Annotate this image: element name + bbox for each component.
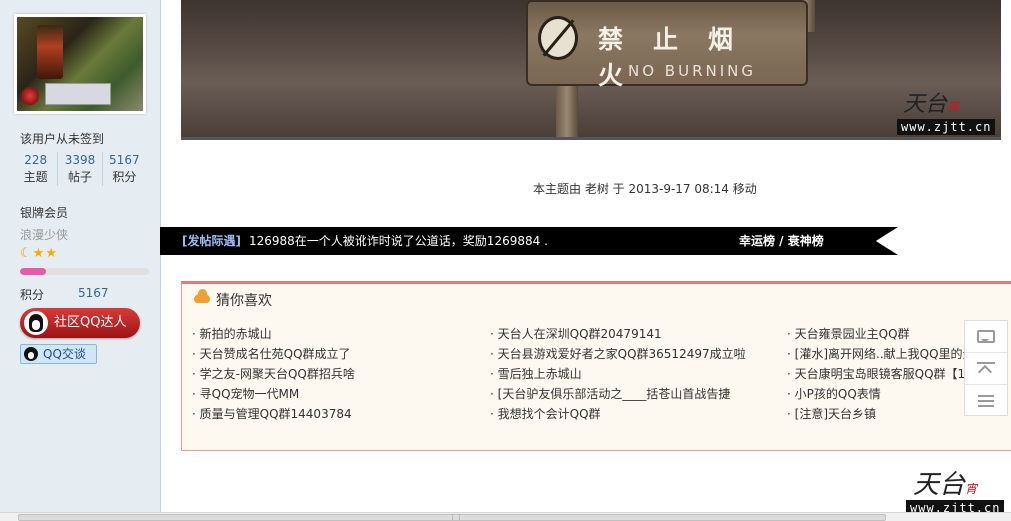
recommend-title: 猜你喜欢 bbox=[194, 289, 272, 310]
user-sidebar: 该用户从未签到 228 主题 3398 帖子 5167 积分 银牌会员 浪漫少侠… bbox=[0, 0, 161, 512]
recommend-column: 新拍的赤城山 天台赞成名仕苑QQ群成立了 学之友-网聚天台QQ群招兵啥 寻QQ宠… bbox=[192, 324, 355, 424]
qq-chat-label: QQ交谈 bbox=[43, 347, 86, 361]
recommend-link[interactable]: 天台赞成名仕苑QQ群成立了 bbox=[192, 344, 355, 364]
recommend-link[interactable]: 新拍的赤城山 bbox=[192, 324, 355, 344]
photo-divider bbox=[181, 137, 1001, 140]
sign-english-text: NO BURNING bbox=[628, 62, 756, 80]
level-progress-bar bbox=[20, 268, 149, 275]
recommend-link[interactable]: 学之友-网聚天台QQ群招兵啥 bbox=[192, 364, 355, 384]
user-group[interactable]: 银牌会员 bbox=[20, 204, 68, 221]
credit-value: 5167 bbox=[78, 286, 109, 300]
qq-penguin-icon bbox=[24, 311, 48, 335]
stat-credits-value[interactable]: 5167 bbox=[103, 152, 146, 169]
post-moved-notice: 本主题由 老树 于 2013-9-17 08:14 移动 bbox=[533, 182, 757, 196]
avatar-image[interactable] bbox=[17, 17, 143, 111]
bottom-watermark-logo-text: 天台 bbox=[913, 470, 966, 500]
recommend-box: 猜你喜欢 新拍的赤城山 天台赞成名仕苑QQ群成立了 学之友-网聚天台QQ群招兵啥… bbox=[181, 281, 1011, 451]
no-fire-icon bbox=[538, 16, 578, 60]
list-icon bbox=[978, 395, 994, 407]
post-photo[interactable]: 禁止烟火 NO BURNING 天台宵 www.zjtt.cn bbox=[181, 0, 1001, 137]
qq-chat-button[interactable]: QQ交谈 bbox=[20, 344, 97, 364]
watermark-logo: 天台宵 bbox=[903, 86, 959, 118]
quick-reply-button[interactable] bbox=[965, 321, 1007, 353]
notice-tag: [发帖际遇] bbox=[182, 234, 241, 248]
qq-master-button[interactable]: 社区QQ达人 bbox=[20, 308, 140, 338]
credit-label: 积分 bbox=[20, 288, 45, 302]
stat-threads-label: 主题 bbox=[23, 170, 48, 184]
qq-penguin-icon bbox=[24, 347, 38, 361]
recommend-link[interactable]: 寻QQ宠物一代MM bbox=[192, 384, 355, 404]
recommend-link[interactable]: 质量与管理QQ群14403784 bbox=[192, 404, 355, 424]
avatar-panel bbox=[45, 83, 111, 105]
watermark-url: www.zjtt.cn bbox=[897, 119, 996, 135]
recommend-link[interactable]: 我想找个会计QQ群 bbox=[490, 404, 746, 424]
stat-posts-label: 帖子 bbox=[67, 170, 92, 184]
recommend-link[interactable]: 天台人在深圳QQ群20479141 bbox=[490, 324, 746, 344]
no-burning-sign: 禁止烟火 NO BURNING bbox=[526, 0, 808, 90]
recommend-link[interactable]: [天台驴友俱乐部活动之____括苍山首战告捷 bbox=[490, 384, 746, 404]
horizontal-scrollbar[interactable]: ⋮⋮ bbox=[0, 512, 1011, 521]
back-to-top-icon bbox=[977, 361, 995, 376]
user-stats: 228 主题 3398 帖子 5167 积分 bbox=[14, 152, 146, 186]
user-title: 浪漫少侠 bbox=[20, 228, 69, 242]
sign-status: 该用户从未签到 bbox=[20, 132, 105, 146]
floating-toolbar bbox=[964, 320, 1008, 416]
return-to-list-button[interactable] bbox=[965, 385, 1007, 417]
recommend-column: 天台人在深圳QQ群20479141 天台县游戏爱好者之家QQ群36512497成… bbox=[490, 324, 746, 424]
moon-icon: ☾ bbox=[20, 246, 33, 261]
recommend-link[interactable]: 雪后独上赤城山 bbox=[490, 364, 746, 384]
cloud-icon bbox=[194, 289, 210, 303]
avatar-orb bbox=[21, 87, 39, 105]
scrollbar-grip-icon: ⋮⋮ bbox=[449, 513, 463, 521]
sign-chinese-text: 禁止烟火 bbox=[598, 25, 764, 90]
watermark-logo-text: 天台 bbox=[903, 92, 948, 117]
level-progress-fill bbox=[20, 268, 46, 275]
stat-credits[interactable]: 5167 积分 bbox=[101, 152, 146, 186]
star-icon: ★ bbox=[32, 246, 46, 261]
stat-threads-value[interactable]: 228 bbox=[14, 152, 57, 169]
stat-posts-value[interactable]: 3398 bbox=[58, 152, 101, 169]
comment-icon bbox=[977, 330, 995, 343]
post-notice-ribbon: [发帖际遇] 126988在一个人被讹诈时说了公道话，奖励1269884 . 幸… bbox=[160, 227, 898, 255]
notice-text: 126988在一个人被讹诈时说了公道话，奖励1269884 . bbox=[249, 234, 548, 248]
qq-master-label: 社区QQ达人 bbox=[54, 315, 127, 330]
bottom-watermark-logo-mark: 宵 bbox=[965, 482, 978, 496]
recommend-link[interactable]: 天台县游戏爱好者之家QQ群36512497成立啦 bbox=[490, 344, 746, 364]
back-to-top-button[interactable] bbox=[965, 353, 1007, 385]
level-stars: ☾★★ bbox=[20, 246, 58, 261]
luck-ranking-links[interactable]: 幸运榜 / 衰神榜 bbox=[739, 227, 824, 255]
avatar[interactable] bbox=[14, 14, 146, 114]
bottom-watermark-logo: 天台宵 bbox=[913, 464, 977, 501]
watermark-logo-mark: 宵 bbox=[947, 100, 960, 114]
star-icon: ★ bbox=[45, 246, 58, 261]
stat-posts[interactable]: 3398 帖子 bbox=[57, 152, 101, 186]
sign-pole bbox=[556, 80, 578, 137]
avatar-character bbox=[37, 25, 63, 79]
stat-credits-label: 积分 bbox=[112, 170, 137, 184]
stat-threads[interactable]: 228 主题 bbox=[14, 152, 57, 186]
recommend-title-text: 猜你喜欢 bbox=[216, 293, 272, 309]
